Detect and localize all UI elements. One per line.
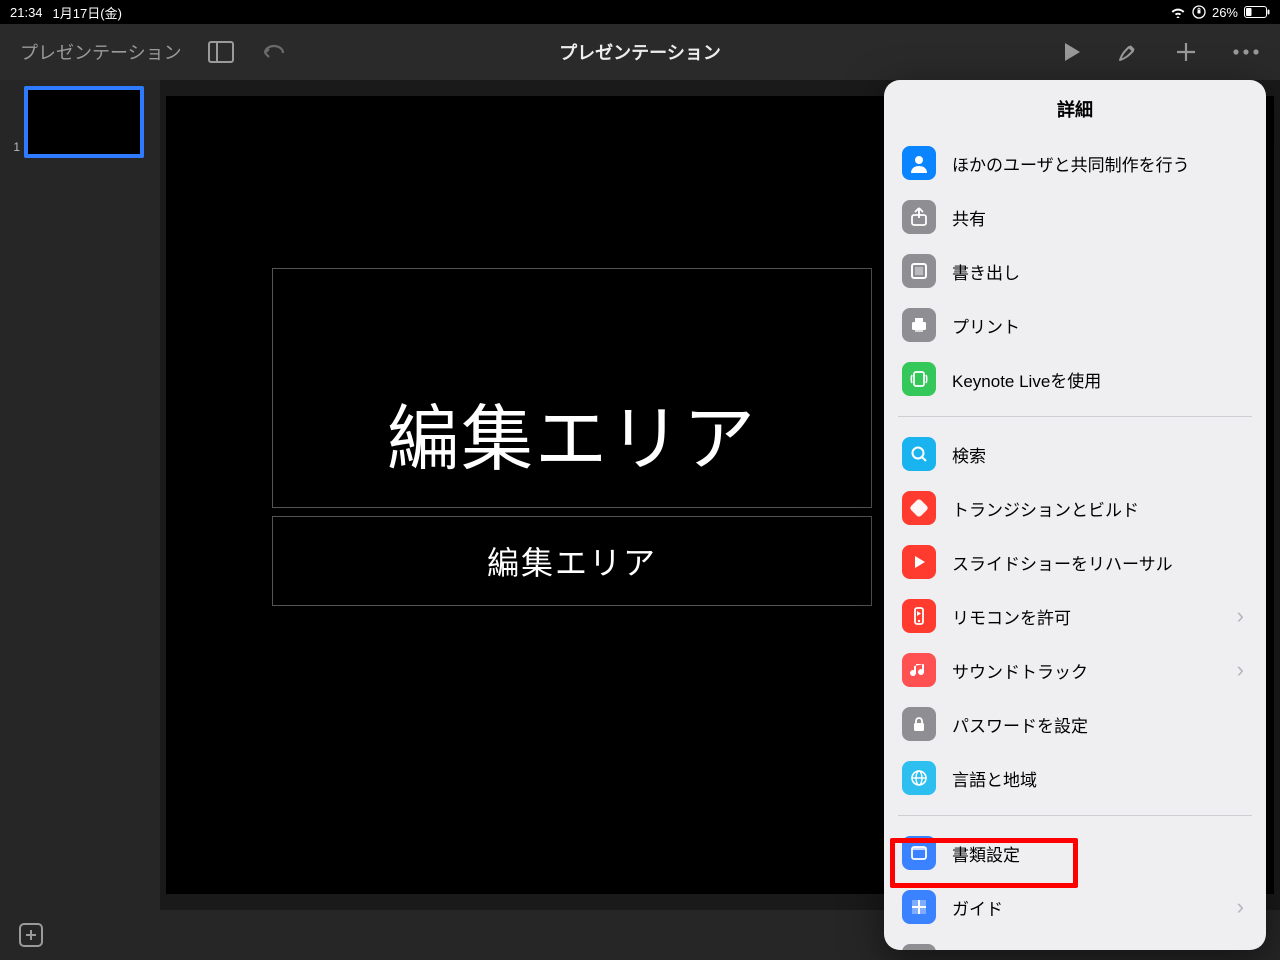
- slide-thumbnail-image[interactable]: [24, 86, 144, 158]
- globe-icon: [902, 761, 936, 795]
- document-setup-icon: [902, 836, 936, 870]
- status-time: 21:34: [10, 5, 43, 20]
- slide-navigator[interactable]: 1: [0, 80, 160, 910]
- status-date: 1月17日(金): [53, 3, 122, 22]
- undo-icon[interactable]: [260, 41, 286, 63]
- menu-settings[interactable]: 設定 ›: [898, 934, 1252, 950]
- title-placeholder[interactable]: 編集エリア: [272, 268, 872, 508]
- settings-icon: [902, 944, 936, 950]
- chevron-right-icon: ›: [1237, 894, 1248, 920]
- menu-share[interactable]: 共有: [898, 190, 1252, 244]
- menu-remote[interactable]: リモコンを許可 ›: [898, 589, 1252, 643]
- menu-print[interactable]: プリント: [898, 298, 1252, 352]
- toolbar: プレゼンテーション プレゼンテーション: [0, 24, 1280, 80]
- print-icon: [902, 308, 936, 342]
- more-popover: 詳細 ほかのユーザと共同制作を行う 共有 書き出し プリント: [884, 80, 1266, 950]
- menu-label: Keynote Liveを使用: [952, 367, 1248, 392]
- lock-icon: [902, 707, 936, 741]
- subtitle-text: 編集エリア: [487, 538, 657, 584]
- divider: [898, 815, 1252, 816]
- share-icon: [902, 200, 936, 234]
- play-icon[interactable]: [1062, 41, 1082, 63]
- menu-label: ほかのユーザと共同制作を行う: [952, 151, 1248, 176]
- menu-guides[interactable]: ガイド ›: [898, 880, 1252, 934]
- divider: [898, 416, 1252, 417]
- menu-label: 共有: [952, 205, 1248, 230]
- soundtrack-icon: [902, 653, 936, 687]
- menu-keynote-live[interactable]: Keynote Liveを使用: [898, 352, 1252, 406]
- person-icon: [902, 146, 936, 180]
- subtitle-placeholder[interactable]: 編集エリア: [272, 516, 872, 606]
- title-text: 編集エリア: [387, 380, 757, 485]
- add-slide-button[interactable]: [18, 922, 44, 948]
- menu-search[interactable]: 検索: [898, 427, 1252, 481]
- menu-transitions[interactable]: トランジションとビルド: [898, 481, 1252, 535]
- view-options-icon[interactable]: [208, 41, 234, 63]
- chevron-right-icon: ›: [1237, 657, 1248, 683]
- menu-label: パスワードを設定: [952, 712, 1248, 737]
- menu-soundtrack[interactable]: サウンドトラック ›: [898, 643, 1252, 697]
- menu-language[interactable]: 言語と地域: [898, 751, 1252, 805]
- status-bar: 21:34 1月17日(金) 26%: [0, 0, 1280, 24]
- menu-label: スライドショーをリハーサル: [952, 550, 1248, 575]
- menu-label: リモコンを許可: [952, 604, 1221, 629]
- more-icon[interactable]: [1232, 48, 1260, 56]
- transition-icon: [902, 491, 936, 525]
- menu-label: トランジションとビルド: [952, 496, 1248, 521]
- menu-label: 書き出し: [952, 259, 1248, 284]
- menu-label: プリント: [952, 313, 1248, 338]
- menu-collaborate[interactable]: ほかのユーザと共同制作を行う: [898, 136, 1252, 190]
- slide-thumbnail[interactable]: 1: [0, 86, 160, 162]
- menu-label: 検索: [952, 442, 1248, 467]
- rehearse-icon: [902, 545, 936, 579]
- popover-title: 詳細: [884, 80, 1266, 136]
- menu-label: サウンドトラック: [952, 658, 1221, 683]
- remote-icon: [902, 599, 936, 633]
- search-icon: [902, 437, 936, 471]
- keynote-live-icon: [902, 362, 936, 396]
- menu-label: ガイド: [952, 895, 1221, 920]
- menu-password[interactable]: パスワードを設定: [898, 697, 1252, 751]
- chevron-right-icon: ›: [1237, 948, 1248, 950]
- document-title: プレゼンテーション: [559, 39, 721, 65]
- back-button[interactable]: プレゼンテーション: [20, 39, 182, 65]
- menu-document-setup[interactable]: 書類設定: [898, 826, 1252, 880]
- menu-label: 言語と地域: [952, 766, 1248, 791]
- chevron-right-icon: ›: [1237, 603, 1248, 629]
- battery-icon: [1244, 6, 1270, 18]
- slide-number: 1: [4, 140, 20, 158]
- menu-rehearse[interactable]: スライドショーをリハーサル: [898, 535, 1252, 589]
- battery-percent: 26%: [1212, 5, 1238, 20]
- wifi-icon: [1170, 6, 1186, 18]
- export-icon: [902, 254, 936, 288]
- add-icon[interactable]: [1174, 40, 1198, 64]
- menu-label: 設定: [952, 949, 1221, 951]
- menu-export[interactable]: 書き出し: [898, 244, 1252, 298]
- menu-label: 書類設定: [952, 841, 1248, 866]
- rotation-lock-icon: [1192, 5, 1206, 19]
- format-brush-icon[interactable]: [1116, 40, 1140, 64]
- guides-icon: [902, 890, 936, 924]
